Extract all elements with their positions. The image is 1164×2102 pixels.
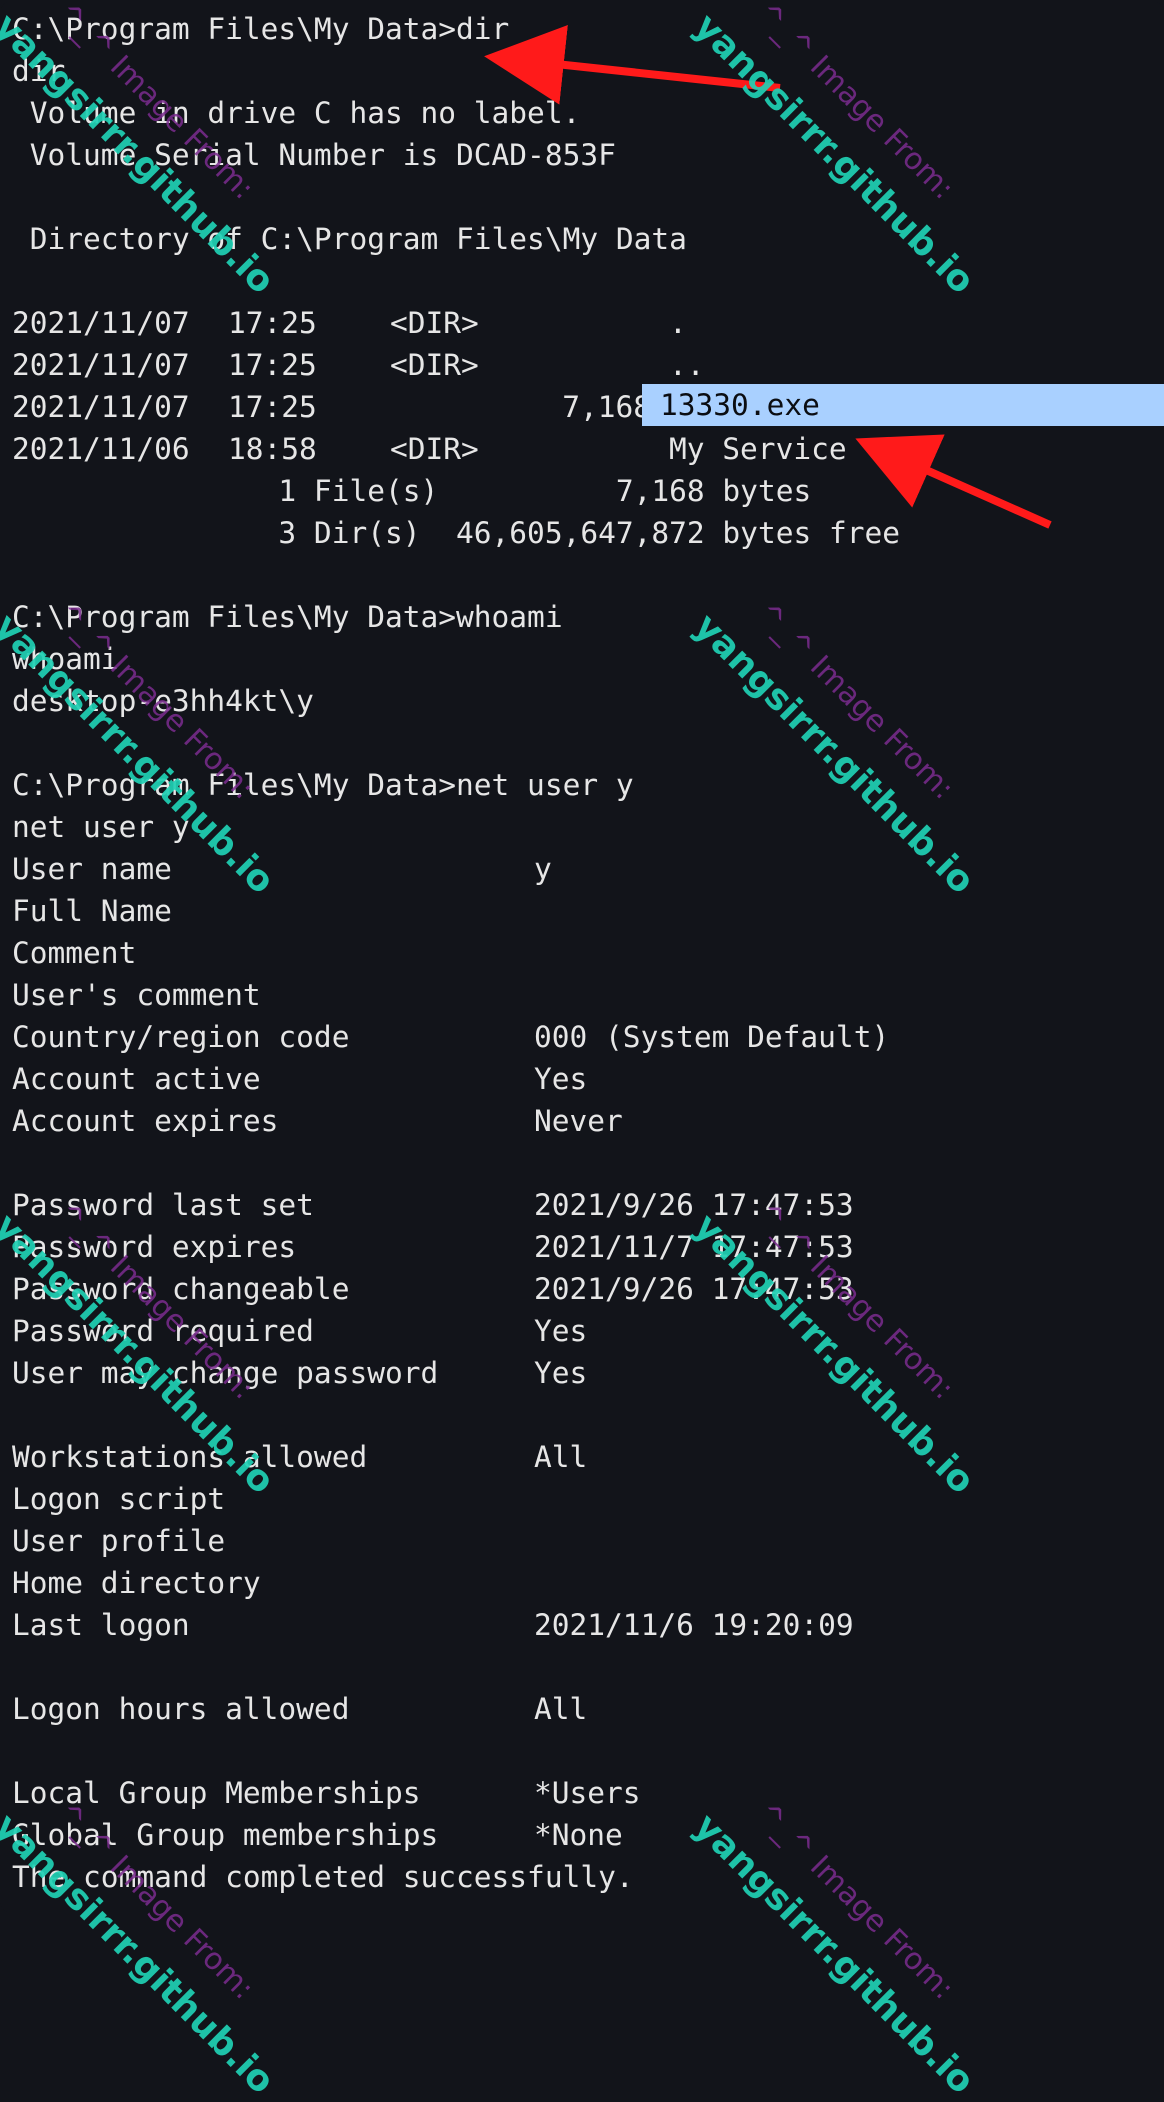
field-value: All [534, 1692, 588, 1726]
field-label: Logon script [12, 1482, 226, 1516]
field-label: Last logon [12, 1608, 190, 1642]
entry-date: 2021/11/06 [12, 432, 190, 466]
entry-type: <DIR> [390, 432, 479, 466]
entry-time: 18:58 [228, 432, 317, 466]
field-value: 2021/9/26 17:47:53 [534, 1272, 854, 1306]
field-label: Logon hours allowed [12, 1692, 350, 1726]
field-value: 000 (System Default) [534, 1020, 890, 1054]
field-value: All [534, 1440, 588, 1474]
field-label: User name [12, 852, 172, 886]
output-line: C:\Program Files\My Data>whoami [12, 600, 563, 634]
field-label: Account expires [12, 1104, 279, 1138]
field-label: Home directory [12, 1566, 261, 1600]
field-label: User may change password [12, 1356, 439, 1390]
output-line: Volume Serial Number is DCAD-853F [12, 138, 616, 172]
field-label: Account active [12, 1062, 261, 1096]
field-value: Yes [534, 1314, 588, 1348]
output-line: desktop-e3hh4kt\y [12, 684, 314, 718]
field-label: Comment [12, 936, 137, 970]
entry-time: 17:25 [228, 348, 317, 382]
output-line: The command completed successfully. [12, 1860, 634, 1894]
field-label: Password required [12, 1314, 314, 1348]
field-value: 2021/9/26 17:47:53 [534, 1188, 854, 1222]
entry-type: <DIR> [390, 348, 479, 382]
field-label: Workstations allowed [12, 1440, 368, 1474]
field-label: User's comment [12, 978, 261, 1012]
entry-time: 17:25 [228, 390, 317, 424]
output-line: net user y [12, 810, 190, 844]
field-value: Yes [534, 1062, 588, 1096]
entry-type: <DIR> [390, 306, 479, 340]
entry-name: My Service [669, 432, 847, 466]
terminal-window[interactable]: C:\Program Files\My Data>dir dir Volume i… [0, 0, 1164, 1914]
field-label: Password expires [12, 1230, 297, 1264]
output-line: 3 Dir(s) 46,605,647,872 bytes free [12, 516, 901, 550]
entry-name: .. [669, 348, 705, 382]
field-value: Never [534, 1104, 623, 1138]
output-line: 1 File(s) 7,168 bytes [12, 474, 812, 508]
output-line: Directory of C:\Program Files\My Data [12, 222, 687, 256]
field-label: Local Group Memberships [12, 1776, 421, 1810]
field-label: Full Name [12, 894, 172, 928]
entry-date: 2021/11/07 [12, 348, 190, 382]
output-line: whoami [12, 642, 119, 676]
field-value: *Users [534, 1776, 641, 1810]
field-label: Global Group memberships [12, 1818, 439, 1852]
field-value: Yes [534, 1356, 588, 1390]
output-line: Volume in drive C has no label. [12, 96, 581, 130]
field-value: y [534, 852, 552, 886]
field-value: 2021/11/6 19:20:09 [534, 1608, 854, 1642]
entry-name: . [669, 306, 687, 340]
field-value: *None [534, 1818, 623, 1852]
field-label: Country/region code [12, 1020, 350, 1054]
field-value: 2021/11/7 17:47:53 [534, 1230, 854, 1264]
field-label: Password changeable [12, 1272, 350, 1306]
entry-date: 2021/11/07 [12, 390, 190, 424]
output-line: C:\Program Files\My Data>dir [12, 12, 510, 46]
field-label: User profile [12, 1524, 226, 1558]
output-line: dir [12, 54, 66, 88]
entry-time: 17:25 [228, 306, 317, 340]
entry-size: 7,168 [562, 390, 651, 424]
output-line: C:\Program Files\My Data>net user y [12, 768, 634, 802]
selected-filename: 13330.exe [660, 388, 820, 422]
entry-date: 2021/11/07 [12, 306, 190, 340]
field-label: Password last set [12, 1188, 314, 1222]
